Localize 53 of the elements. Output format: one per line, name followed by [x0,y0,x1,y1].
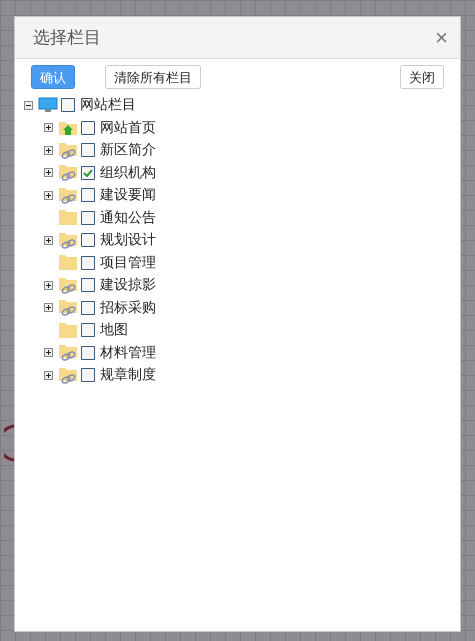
expand-icon[interactable] [44,302,55,314]
checkbox[interactable] [81,368,95,382]
expand-icon[interactable] [44,370,55,381]
expand-icon[interactable] [44,234,55,246]
folder-icon [58,254,78,272]
tree-item[interactable]: 规划设计 [98,231,156,250]
link-folder-icon [58,299,78,316]
checkbox[interactable] [81,233,95,248]
tree-item[interactable]: 网站首页 [98,118,156,137]
folder-icon [58,322,78,339]
link-folder-icon [58,366,78,384]
tree-item[interactable]: 规章制度 [98,366,156,384]
checkbox[interactable] [81,256,95,270]
tree-item[interactable]: 材料管理 [98,344,156,362]
tree-item[interactable]: 网站栏目 [78,96,136,114]
link-folder-icon [58,232,78,249]
tree-item[interactable]: 建设掠影 [98,276,156,294]
collapse-icon[interactable] [24,100,35,111]
home-folder-icon [58,119,78,136]
link-folder-icon [58,186,78,204]
link-folder-icon [58,142,78,159]
checkbox[interactable] [81,300,95,315]
toolbar-button[interactable]: 关闭 [400,65,444,89]
checkbox[interactable] [81,210,95,225]
checkbox[interactable] [81,323,95,338]
expand-icon[interactable] [44,280,55,291]
checkbox[interactable] [81,346,95,360]
expand-icon[interactable] [44,347,55,358]
link-folder-icon [58,164,78,182]
folder-icon [58,209,78,226]
checkbox[interactable] [81,188,95,202]
tree-item[interactable]: 组织机构 [98,164,156,182]
expand-icon[interactable] [44,122,55,134]
link-folder-icon [58,344,78,362]
expand-icon[interactable] [44,190,55,201]
expand-icon[interactable] [44,144,55,156]
checkbox[interactable] [81,143,95,158]
tree-item[interactable]: 项目管理 [98,254,156,272]
tree-item[interactable]: 建设要闻 [98,186,156,204]
tree-item[interactable]: 地图 [98,321,128,340]
checkbox[interactable] [61,98,75,112]
checkbox[interactable] [81,166,95,180]
checkbox[interactable] [81,278,95,292]
close-button[interactable]: × [431,26,452,48]
toolbar-button[interactable]: 清除所有栏目 [105,65,201,89]
tree-item[interactable]: 新区简介 [98,141,156,160]
dialog-title: 选择栏目 [33,27,101,49]
tree-item[interactable]: 招标采购 [98,298,156,317]
link-folder-icon [58,276,78,294]
monitor-icon [38,97,58,114]
tree-item[interactable]: 通知公告 [98,208,156,227]
checkbox[interactable] [81,120,95,135]
expand-icon[interactable] [44,167,55,178]
